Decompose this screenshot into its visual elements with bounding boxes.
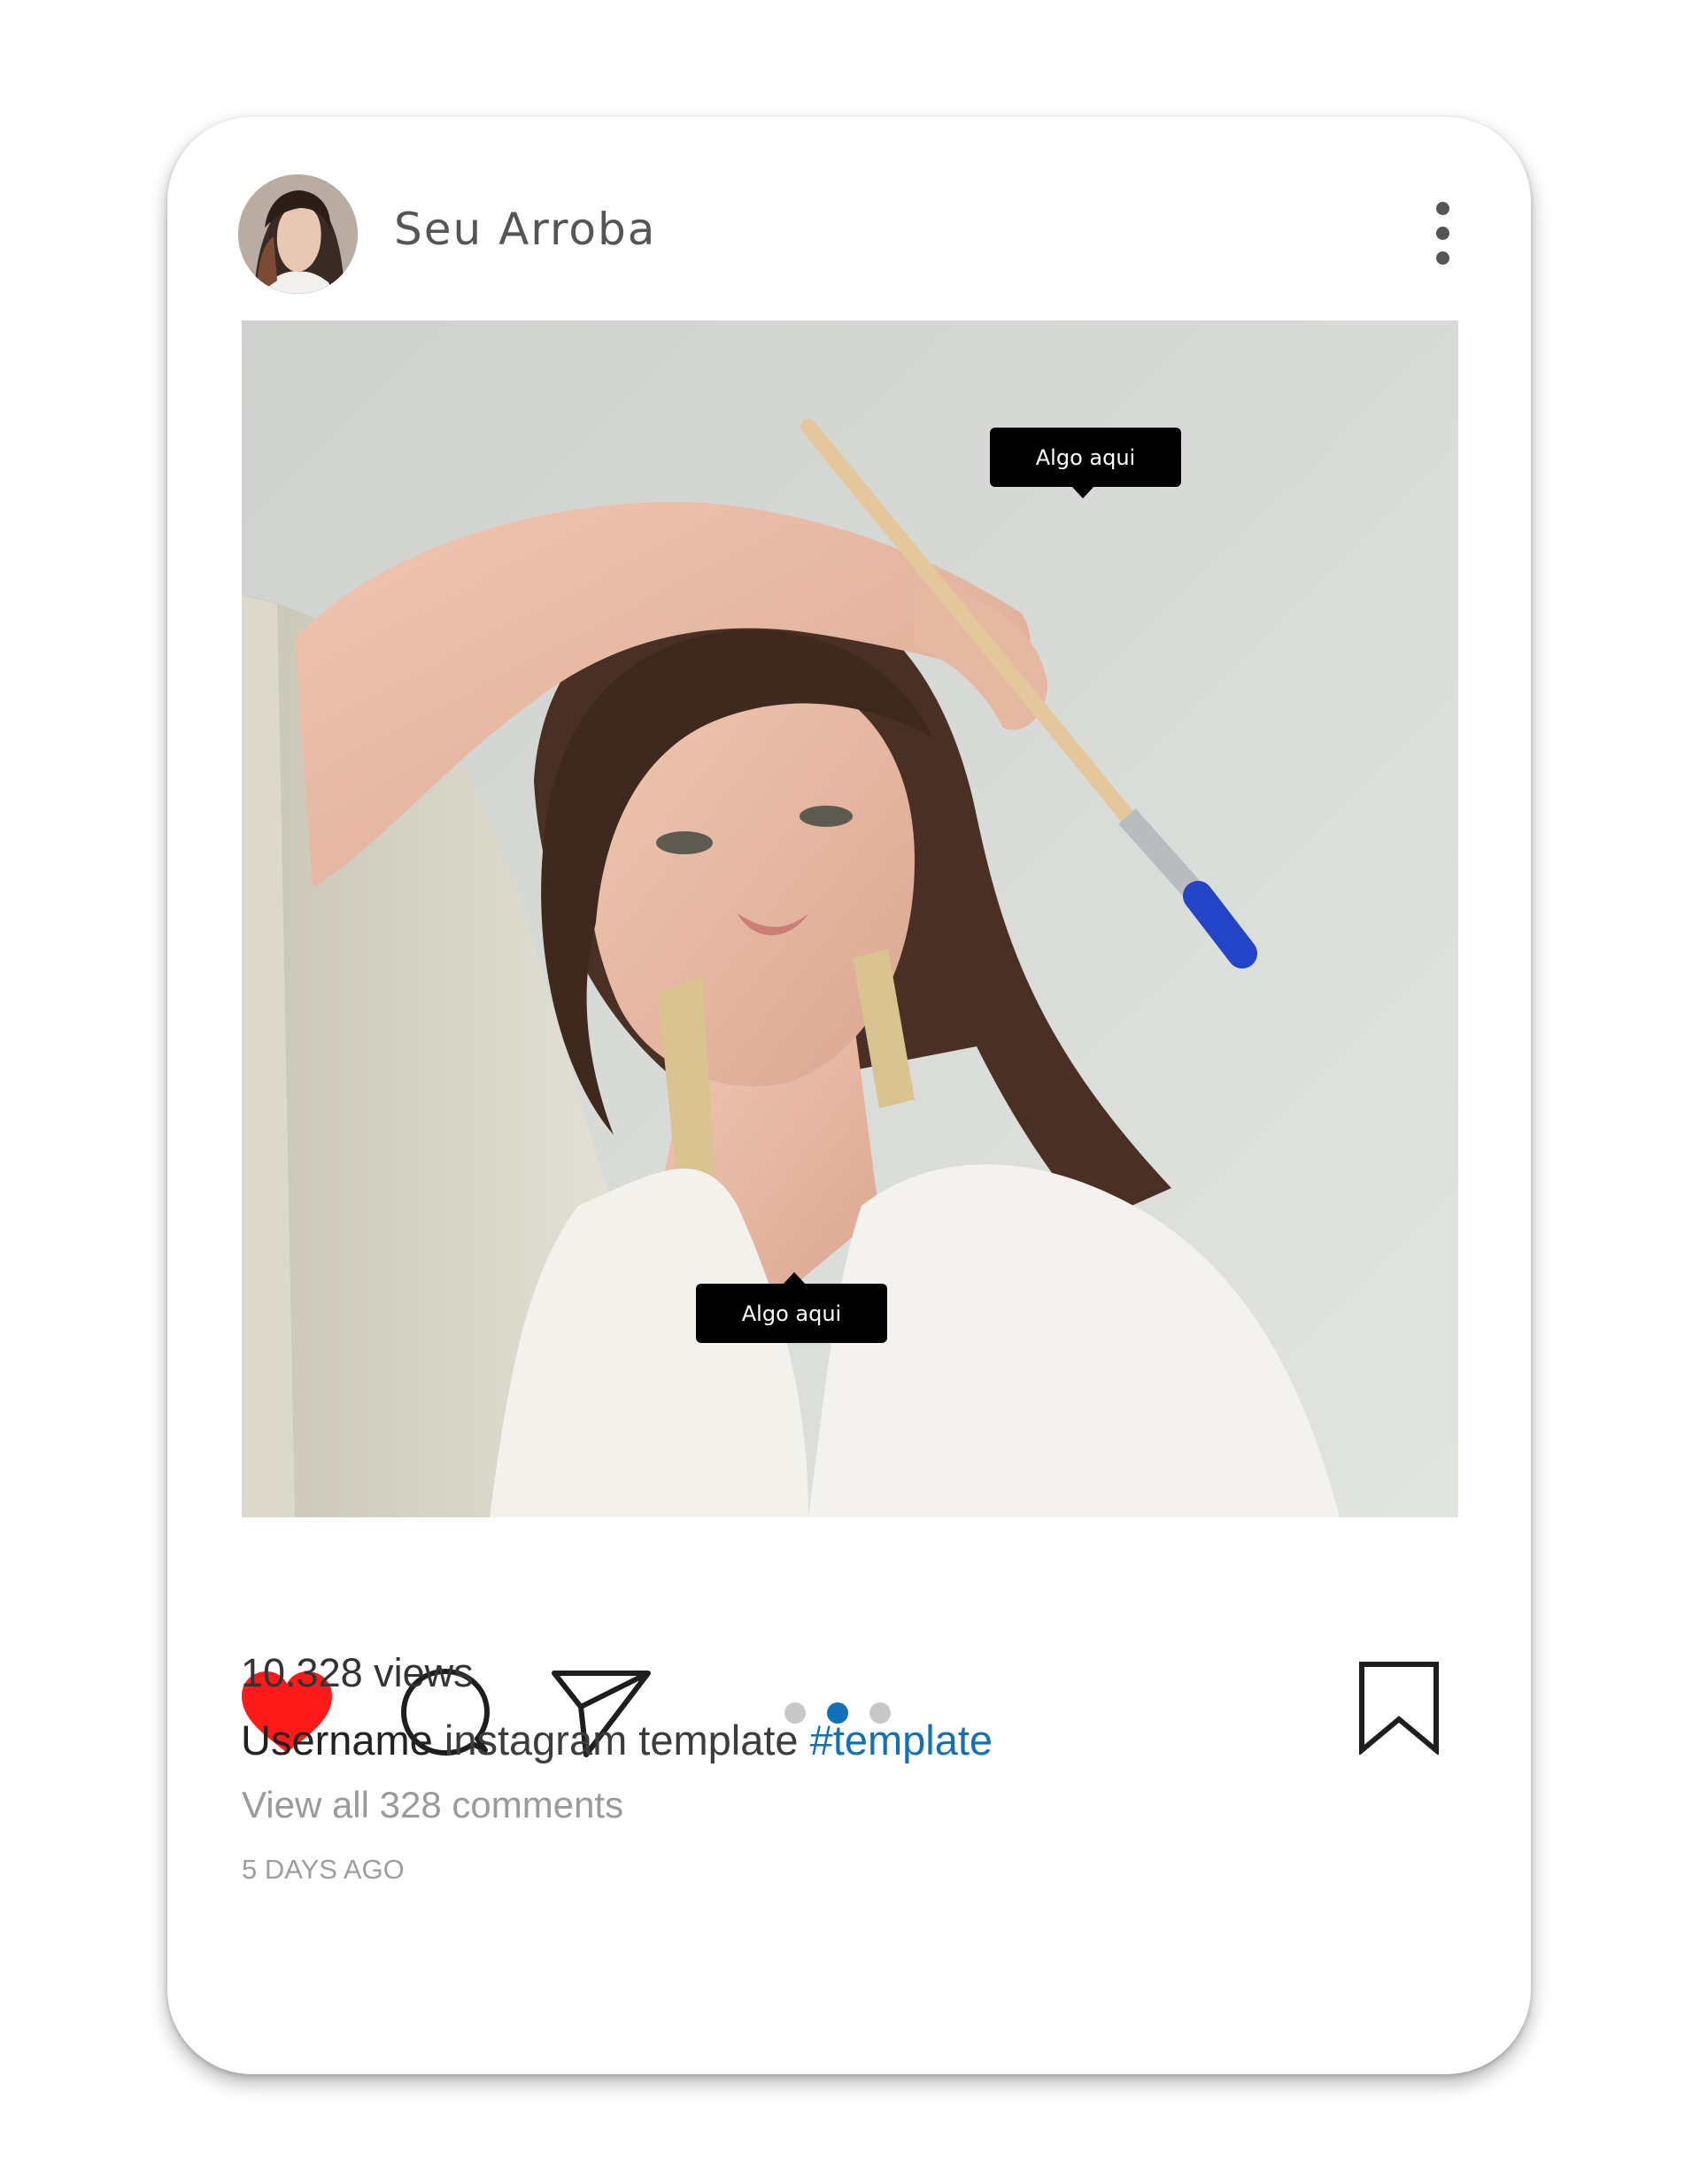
post-timestamp: 5 DAYS AGO — [242, 1854, 405, 1885]
views-count: 10.328 views — [241, 1650, 474, 1695]
caption-hashtag[interactable]: #template — [810, 1717, 993, 1763]
caption: Username instagram template #template — [241, 1716, 993, 1764]
caption-username[interactable]: Username — [241, 1717, 433, 1763]
caption-text: instagram template — [444, 1717, 799, 1763]
bookmark-icon[interactable] — [1357, 1661, 1441, 1755]
photo-tag[interactable]: Algo aqui — [990, 428, 1181, 498]
post-card: Seu Arroba Algo aqui Algo aqui 10.328 vi… — [167, 117, 1531, 2074]
view-comments-link[interactable]: View all 328 comments — [242, 1784, 623, 1826]
more-vertical-icon[interactable] — [1425, 202, 1460, 273]
avatar[interactable] — [238, 174, 358, 294]
account-handle[interactable]: Seu Arroba — [394, 198, 656, 260]
post-header: Seu Arroba — [167, 117, 1531, 320]
photo-tag[interactable]: Algo aqui — [696, 1272, 887, 1343]
post-image[interactable]: Algo aqui Algo aqui — [242, 320, 1458, 1517]
